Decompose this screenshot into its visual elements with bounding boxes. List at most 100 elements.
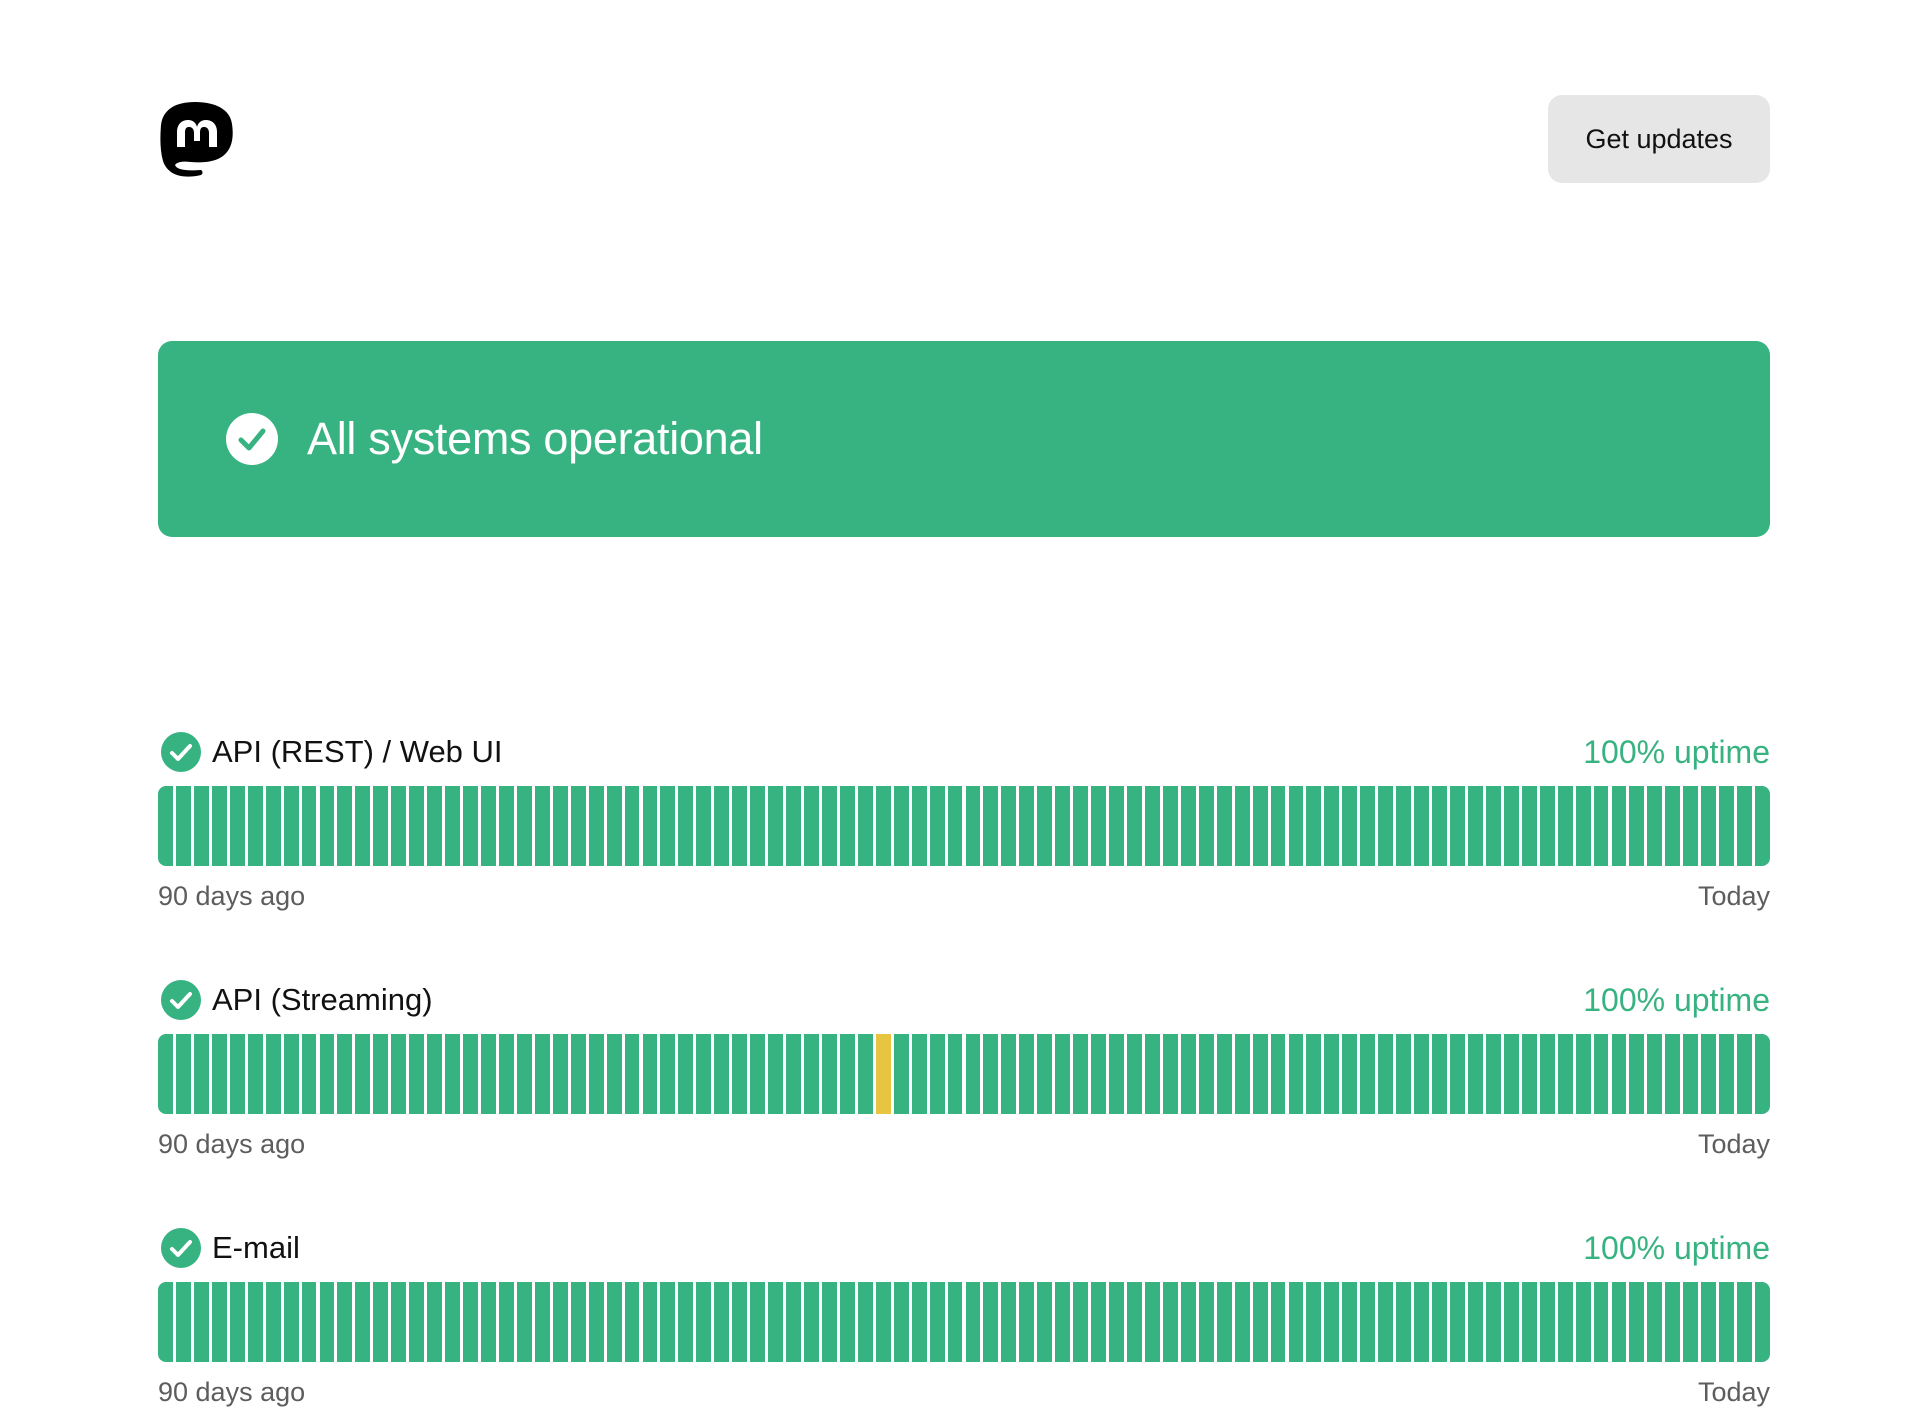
operational-day-bar[interactable] <box>606 1034 622 1114</box>
operational-day-bar[interactable] <box>1037 1034 1053 1114</box>
operational-day-bar[interactable] <box>373 786 389 866</box>
operational-day-bar[interactable] <box>875 1282 891 1362</box>
operational-day-bar[interactable] <box>1432 1034 1447 1114</box>
operational-day-bar[interactable] <box>696 1282 712 1362</box>
operational-day-bar[interactable] <box>193 1282 209 1362</box>
operational-day-bar[interactable] <box>1270 1034 1286 1114</box>
operational-day-bar[interactable] <box>660 1282 676 1362</box>
operational-day-bar[interactable] <box>1683 786 1699 866</box>
operational-day-bar[interactable] <box>337 1034 353 1114</box>
operational-day-bar[interactable] <box>1091 786 1107 866</box>
operational-day-bar[interactable] <box>1073 1034 1089 1114</box>
operational-day-bar[interactable] <box>1234 1034 1250 1114</box>
operational-day-bar[interactable] <box>857 786 873 866</box>
operational-day-bar[interactable] <box>1719 786 1735 866</box>
operational-day-bar[interactable] <box>534 1282 550 1362</box>
operational-day-bar[interactable] <box>786 1034 801 1114</box>
operational-day-bar[interactable] <box>1216 786 1232 866</box>
operational-day-bar[interactable] <box>498 1282 514 1362</box>
operational-day-bar[interactable] <box>409 1034 425 1114</box>
operational-day-bar[interactable] <box>839 786 855 866</box>
operational-day-bar[interactable] <box>642 1282 658 1362</box>
operational-day-bar[interactable] <box>427 786 443 866</box>
operational-day-bar[interactable] <box>1306 1282 1322 1362</box>
operational-day-bar[interactable] <box>1198 1282 1214 1362</box>
operational-day-bar[interactable] <box>1216 1282 1232 1362</box>
operational-day-bar[interactable] <box>804 786 819 866</box>
operational-day-bar[interactable] <box>929 1034 945 1114</box>
operational-day-bar[interactable] <box>786 786 801 866</box>
operational-day-bar[interactable] <box>606 786 622 866</box>
operational-day-bar[interactable] <box>714 1034 730 1114</box>
operational-day-bar[interactable] <box>588 1034 604 1114</box>
operational-day-bar[interactable] <box>768 1034 784 1114</box>
operational-day-bar[interactable] <box>1091 1034 1107 1114</box>
operational-day-bar[interactable] <box>1647 1282 1663 1362</box>
operational-day-bar[interactable] <box>1647 786 1663 866</box>
operational-day-bar[interactable] <box>1719 1282 1735 1362</box>
operational-day-bar[interactable] <box>1378 786 1394 866</box>
operational-day-bar[interactable] <box>1647 1034 1663 1114</box>
operational-day-bar[interactable] <box>463 1282 478 1362</box>
operational-day-bar[interactable] <box>463 1034 478 1114</box>
operational-day-bar[interactable] <box>983 1034 999 1114</box>
operational-day-bar[interactable] <box>893 1034 909 1114</box>
operational-day-bar[interactable] <box>1144 1034 1160 1114</box>
operational-day-bar[interactable] <box>1001 1282 1017 1362</box>
operational-day-bar[interactable] <box>1575 786 1591 866</box>
operational-day-bar[interactable] <box>1055 786 1071 866</box>
operational-day-bar[interactable] <box>391 1034 407 1114</box>
operational-day-bar[interactable] <box>821 786 837 866</box>
operational-day-bar[interactable] <box>1737 1282 1753 1362</box>
operational-day-bar[interactable] <box>211 786 227 866</box>
operational-day-bar[interactable] <box>265 1034 281 1114</box>
operational-day-bar[interactable] <box>624 1034 640 1114</box>
operational-day-bar[interactable] <box>481 786 496 866</box>
operational-day-bar[interactable] <box>481 1034 496 1114</box>
operational-day-bar[interactable] <box>1539 1282 1555 1362</box>
operational-day-bar[interactable] <box>355 1034 371 1114</box>
operational-day-bar[interactable] <box>552 786 568 866</box>
operational-day-bar[interactable] <box>1503 1034 1519 1114</box>
operational-day-bar[interactable] <box>911 1282 927 1362</box>
operational-day-bar[interactable] <box>983 1282 999 1362</box>
operational-day-bar[interactable] <box>1701 1282 1717 1362</box>
operational-day-bar[interactable] <box>857 1034 873 1114</box>
operational-day-bar[interactable] <box>929 786 945 866</box>
operational-day-bar[interactable] <box>1521 1282 1537 1362</box>
operational-day-bar[interactable] <box>1755 1282 1770 1362</box>
operational-day-bar[interactable] <box>1557 786 1573 866</box>
operational-day-bar[interactable] <box>1019 1034 1035 1114</box>
operational-day-bar[interactable] <box>1180 1282 1196 1362</box>
operational-day-bar[interactable] <box>1342 1034 1358 1114</box>
operational-day-bar[interactable] <box>337 1282 353 1362</box>
operational-day-bar[interactable] <box>821 1282 837 1362</box>
operational-day-bar[interactable] <box>283 1034 299 1114</box>
operational-day-bar[interactable] <box>1701 786 1717 866</box>
operational-day-bar[interactable] <box>965 1282 981 1362</box>
operational-day-bar[interactable] <box>1629 1282 1645 1362</box>
operational-day-bar[interactable] <box>1414 786 1430 866</box>
operational-day-bar[interactable] <box>1306 1034 1322 1114</box>
operational-day-bar[interactable] <box>301 786 317 866</box>
operational-day-bar[interactable] <box>445 1282 461 1362</box>
operational-day-bar[interactable] <box>839 1034 855 1114</box>
operational-day-bar[interactable] <box>804 1282 819 1362</box>
operational-day-bar[interactable] <box>965 1034 981 1114</box>
operational-day-bar[interactable] <box>1557 1034 1573 1114</box>
operational-day-bar[interactable] <box>1073 1282 1089 1362</box>
operational-day-bar[interactable] <box>1378 1282 1394 1362</box>
operational-day-bar[interactable] <box>319 1282 335 1362</box>
operational-day-bar[interactable] <box>319 786 335 866</box>
operational-day-bar[interactable] <box>839 1282 855 1362</box>
operational-day-bar[interactable] <box>498 786 514 866</box>
operational-day-bar[interactable] <box>1521 1034 1537 1114</box>
operational-day-bar[interactable] <box>732 786 748 866</box>
operational-day-bar[interactable] <box>642 786 658 866</box>
operational-day-bar[interactable] <box>1701 1034 1717 1114</box>
operational-day-bar[interactable] <box>1665 1034 1681 1114</box>
operational-day-bar[interactable] <box>1503 786 1519 866</box>
operational-day-bar[interactable] <box>1414 1034 1430 1114</box>
operational-day-bar[interactable] <box>1539 786 1555 866</box>
operational-day-bar[interactable] <box>355 786 371 866</box>
